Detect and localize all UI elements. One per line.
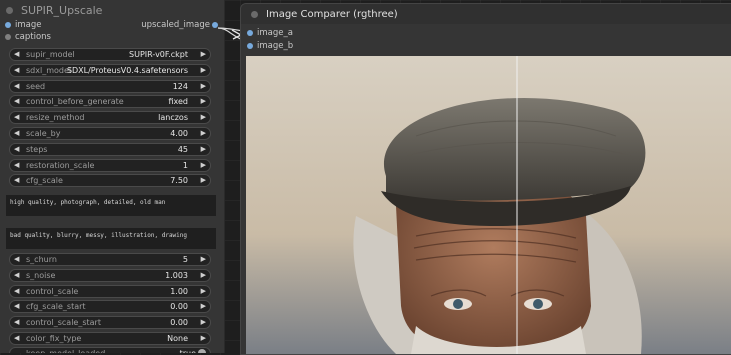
- portrait-photo: [246, 56, 731, 354]
- input-label: image_b: [257, 41, 294, 51]
- comparison-image[interactable]: [246, 56, 731, 354]
- collapse-dot-icon[interactable]: [251, 10, 258, 18]
- node-header[interactable]: Image Comparer (rgthree): [241, 4, 731, 24]
- input-label: image_a: [257, 28, 293, 38]
- input-image-b-row: image_b: [241, 41, 731, 54]
- input-image-a-row: image_a: [241, 28, 731, 41]
- input-socket-icon[interactable]: [247, 30, 253, 36]
- image-comparer-node[interactable]: Image Comparer (rgthree) image_a image_b: [240, 3, 731, 355]
- node-title: Image Comparer (rgthree): [266, 8, 398, 20]
- input-socket-icon[interactable]: [247, 43, 253, 49]
